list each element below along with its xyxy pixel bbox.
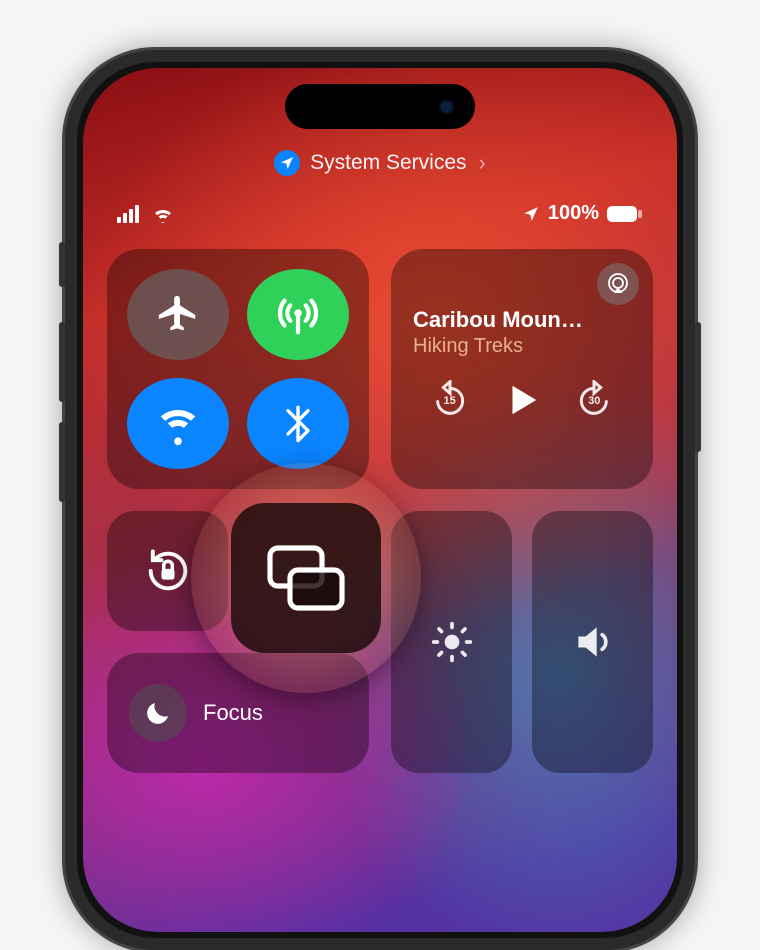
skip-forward-seconds: 30 bbox=[588, 395, 600, 407]
screen: System Services › 100% bbox=[83, 68, 677, 932]
location-icon bbox=[274, 150, 300, 176]
play-button[interactable] bbox=[503, 381, 541, 419]
bluetooth-toggle[interactable] bbox=[247, 378, 349, 469]
airplane-mode-toggle[interactable] bbox=[127, 269, 229, 360]
media-module[interactable]: Caribou Moun… Hiking Treks 15 30 bbox=[391, 249, 653, 489]
wifi-icon bbox=[155, 401, 201, 447]
airplay-icon bbox=[606, 272, 630, 296]
power-button bbox=[695, 322, 701, 452]
screen-mirroring-tile[interactable] bbox=[231, 503, 381, 653]
system-services-row[interactable]: System Services › bbox=[107, 150, 653, 176]
brightness-slider[interactable] bbox=[391, 511, 512, 773]
phone-frame: System Services › 100% bbox=[65, 50, 695, 950]
volume-slider[interactable] bbox=[532, 511, 653, 773]
sun-icon bbox=[430, 620, 474, 664]
system-services-label: System Services bbox=[310, 151, 466, 175]
orientation-lock-tile[interactable] bbox=[107, 511, 228, 631]
moon-icon bbox=[143, 698, 173, 728]
skip-forward-button[interactable]: 30 bbox=[574, 380, 614, 420]
battery-percent: 100% bbox=[548, 202, 599, 225]
wifi-toggle[interactable] bbox=[127, 378, 229, 469]
focus-label: Focus bbox=[203, 700, 263, 726]
wifi-status-icon bbox=[151, 205, 175, 223]
media-subtitle: Hiking Treks bbox=[413, 335, 631, 358]
dynamic-island bbox=[285, 84, 475, 129]
volume-up-button bbox=[59, 322, 65, 402]
cellular-signal-icon bbox=[117, 205, 143, 223]
screen-mirroring-icon bbox=[266, 542, 346, 614]
bluetooth-icon bbox=[278, 404, 318, 444]
battery-icon bbox=[607, 205, 643, 223]
connectivity-module[interactable] bbox=[107, 249, 369, 489]
orientation-lock-icon bbox=[142, 545, 194, 597]
chevron-right-icon: › bbox=[479, 150, 486, 176]
play-icon bbox=[503, 381, 541, 419]
location-status-icon bbox=[522, 205, 540, 223]
silence-switch bbox=[59, 242, 65, 287]
airplay-button[interactable] bbox=[597, 263, 639, 305]
volume-down-button bbox=[59, 422, 65, 502]
skip-back-button[interactable]: 15 bbox=[430, 380, 470, 420]
skip-back-seconds: 15 bbox=[444, 395, 456, 407]
airplane-icon bbox=[155, 292, 201, 338]
media-title: Caribou Moun… bbox=[413, 307, 631, 333]
cellular-data-toggle[interactable] bbox=[247, 269, 349, 360]
speaker-icon bbox=[571, 620, 615, 664]
sliders-group bbox=[391, 511, 653, 773]
focus-icon-circle bbox=[129, 684, 187, 742]
status-bar: 100% bbox=[107, 202, 653, 225]
focus-tile[interactable]: Focus bbox=[107, 653, 369, 773]
antenna-icon bbox=[275, 292, 321, 338]
